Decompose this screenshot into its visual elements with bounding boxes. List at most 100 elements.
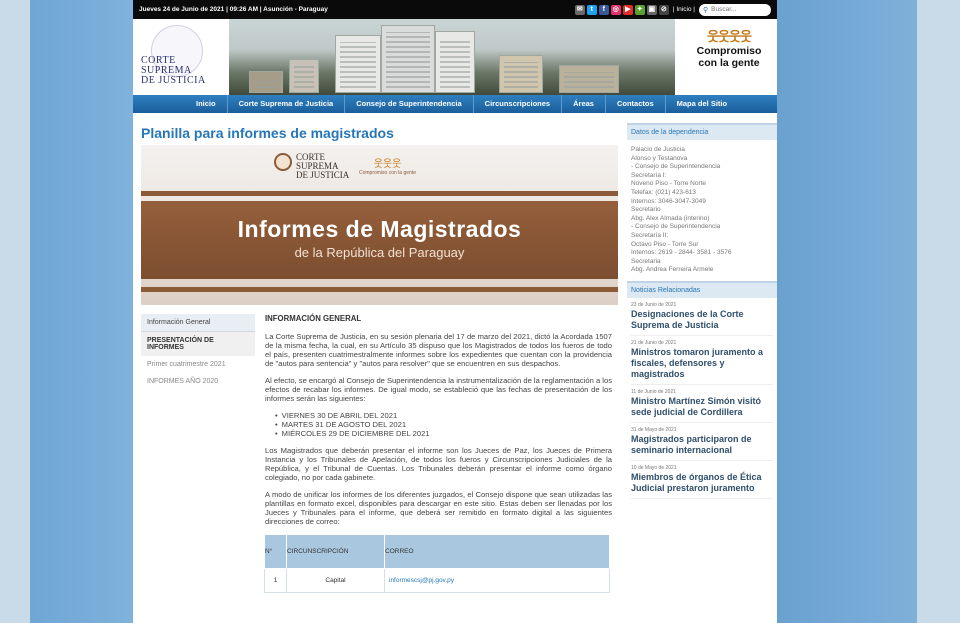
inicio-link[interactable]: | Inicio | [673,6,695,13]
dependencia-heading: Datos de la dependencia [627,123,777,140]
site-logo[interactable]: CORTE SUPREMA DE JUSTICIA [141,25,223,89]
news-date: 11 de Junio de 2021 [631,388,676,395]
left-menu-item[interactable]: INFORMES AÑO 2020 [141,373,255,390]
banner-subheading: de la República del Paraguay [294,245,465,260]
news-item[interactable]: 10 de Mayo de 2021 Miembros de órganos de… [631,461,773,499]
social-icons: ✉ t f ◎ ▶ ✦ ▣ ⊘ [574,4,669,15]
camera-icon[interactable]: ▣ [646,4,657,15]
search-box[interactable]: ⚲ [699,3,771,16]
instagram-icon[interactable]: ◎ [610,4,621,15]
news-item[interactable]: 11 de Junio de 2021 Ministro Martínez Sim… [631,385,773,423]
background-left [0,0,133,623]
email-table: N° CIRCUNSCRIPCIÓN CORREO 1 Capital inform… [264,534,610,593]
news-heading: Noticias Relacionadas [627,280,777,298]
news-item[interactable]: 21 de Junio de 2021 Ministros tomaron jur… [631,336,773,385]
content: INFORMACIÓN GENERAL La Corte Suprema de … [264,314,612,593]
page: Jueves 24 de Junio de 2021 | 09:26 AM | … [133,0,777,623]
background-right [777,0,960,623]
search-icon[interactable]: ⚲ [703,6,708,14]
app-icon[interactable]: ✦ [634,4,645,15]
banner-heading: Informes de Magistrados [237,216,522,242]
nav-item[interactable]: Contactos [606,95,666,113]
dependencia-line: Alonso y Testanova [631,154,688,162]
nav-item[interactable]: Mapa del Sitio [666,95,738,113]
table-cell: Capital [286,568,385,593]
left-menu-item[interactable]: PRESENTACIÓN DE INFORMES [141,332,255,356]
dependencia-line: Internos: 2619 - 2844- 3581 - 3576 [631,249,732,257]
table-cell: 1 [264,568,287,593]
dependencia-line: Noveno Piso - Torre Norte [631,180,707,188]
banner-slogan: 웃웃웃 Compromiso con la gente [359,155,416,176]
sidebar: Datos de la dependencia Palacio de Justi… [627,123,777,499]
table-header: CORREO [384,534,610,569]
news-date: 10 de Mayo de 2021 [631,464,677,471]
top-bar: Jueves 24 de Junio de 2021 | 09:26 AM | … [133,0,777,19]
paragraph: La Corte Suprema de Justicia, en su sesi… [265,332,612,368]
logo-text: DE JUSTICIA [141,75,206,86]
paragraph: A modo de unificar los informes de los d… [265,490,612,526]
dependencia-line: Abg. Alex Almada (interino) [631,214,710,222]
banner: CORTE SUPREMA DE JUSTICIA 웃웃웃 Compromiso… [141,145,618,305]
news-list: 23 de Junio de 2021 Designaciones de la C… [627,298,777,499]
table-header: N° [264,534,287,569]
link-icon[interactable]: ⊘ [658,4,669,15]
dependencia-line: - Consejo de Superintendencia [631,223,721,231]
left-menu-item[interactable]: Primer cuatrimestre 2021 [141,356,255,373]
people-icon: 웃웃웃 [373,159,402,170]
banner-logo: CORTE SUPREMA DE JUSTICIA [274,153,349,180]
dependencia-line: Internos: 3046-3047-3049 [631,197,706,205]
header: CORTE SUPREMA DE JUSTICIA 웃웃웃웃 Compromis… [133,19,777,95]
dependencia-line: Palacio de Justicia [631,146,685,153]
slogan-line: con la gente [698,57,760,69]
dependencia-info: Palacio de Justicia Alonso y Testanova - C… [627,140,777,281]
news-title[interactable]: Designaciones de la Corte Suprema de Jus… [631,309,773,331]
banner-logo-text: DE JUSTICIA [296,170,350,180]
news-title[interactable]: Magistrados participaron de seminario in… [631,434,773,456]
news-item[interactable]: 31 de Mayo de 2021 Magistrados participar… [631,423,773,461]
news-title[interactable]: Miembros de órganos de Ética Judicial pr… [631,472,773,494]
dependencia-line: Octavo Piso - Torre Sur [631,240,699,248]
page-title: Planilla para informes de magistrados [141,125,394,141]
banner-slogan-text: Compromiso con la gente [359,170,416,176]
list-item: MARTES 31 DE AGOSTO DEL 2021 [275,420,612,429]
search-input[interactable] [711,6,768,13]
slogan-line: Compromiso [696,45,762,57]
dependencia-line: Telefax: (021) 423-613 [631,188,697,196]
nav-item[interactable]: Áreas [562,95,606,113]
paragraph: Los Magistrados que deberán presentar el… [265,446,612,482]
nav-item[interactable]: Circunscripciones [474,95,563,113]
nav-item[interactable]: Consejo de Superintendencia [345,95,474,113]
header-photo [229,19,675,95]
news-item[interactable]: 23 de Junio de 2021 Designaciones de la C… [631,298,773,336]
dependencia-line: Secretario [631,206,661,214]
paragraph: Al efecto, se encargó al Consejo de Supe… [265,376,612,403]
news-date: 23 de Junio de 2021 [631,301,677,308]
date-time-text: Jueves 24 de Junio de 2021 | 09:26 AM | … [139,6,328,13]
email-link[interactable]: informescsj@pj.gov.py [384,568,610,593]
slogan: 웃웃웃웃 Compromiso con la gente [689,30,769,69]
nav-item[interactable]: Corte Suprema de Justicia [228,95,346,113]
dates-list: VIERNES 30 DE ABRIL DEL 2021MARTES 31 DE… [275,411,612,438]
table-row: 1 Capital informescsj@pj.gov.py [264,568,610,593]
list-item: MIÉRCOLES 29 DE DICIEMBRE DEL 2021 [275,429,612,438]
facebook-icon[interactable]: f [598,4,609,15]
mail-icon[interactable]: ✉ [574,4,585,15]
left-menu: Información General PRESENTACIÓN DE INFOR… [141,314,255,390]
dependencia-line: Secretaría II: [631,231,669,239]
news-title[interactable]: Ministros tomaron juramento a fiscales, … [631,347,773,380]
list-item: VIERNES 30 DE ABRIL DEL 2021 [275,411,612,420]
dependencia-line: Abg. Andrea Ferreira Armele [631,266,714,274]
content-heading: INFORMACIÓN GENERAL [265,314,362,323]
table-header: CIRCUNSCRIPCIÓN [286,534,385,569]
youtube-icon[interactable]: ▶ [622,4,633,15]
news-title[interactable]: Ministro Martínez Simón visitó sede judi… [631,396,773,418]
dependencia-line: - Consejo de Superintendencia [631,163,721,171]
left-menu-item[interactable]: Información General [141,314,255,332]
nav-item[interactable]: Inicio [185,95,228,113]
news-date: 31 de Mayo de 2021 [631,426,677,433]
main-nav: Inicio Corte Suprema de Justicia Consejo d… [133,95,777,113]
dependencia-line: Secretaria [631,257,661,265]
dependencia-line: Secretaría I: [631,171,667,179]
news-date: 21 de Junio de 2021 [631,339,677,346]
twitter-icon[interactable]: t [586,4,597,15]
